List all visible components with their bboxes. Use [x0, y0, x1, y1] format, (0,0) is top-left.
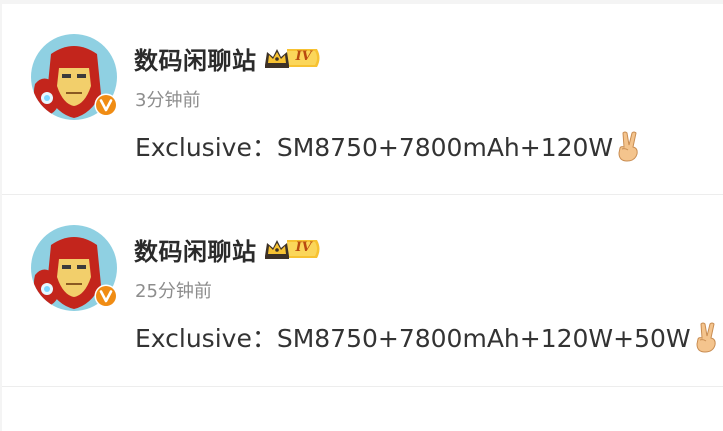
post-content: Exclusive：SM8750+7800mAh+120W+50W [135, 319, 722, 355]
author-avatar[interactable] [31, 225, 118, 311]
level-badge-label: IV [295, 240, 312, 255]
level-badge-label: IV [295, 49, 312, 64]
weibo-feed: 数码闲聊站 IV 3分钟前 Exclusive：SM8750+7800mAh+1… [2, 4, 723, 431]
post-card: 数码闲聊站 IV 25分钟前 Exclusive：SM8750+7800mAh+… [2, 195, 723, 385]
post-text: Exclusive：SM8750+7800mAh+120W+50W [135, 324, 691, 353]
author-name[interactable]: 数码闲聊站 [134, 41, 257, 76]
author-avatar[interactable] [31, 34, 118, 120]
post-text: Exclusive：SM8750+7800mAh+120W [135, 133, 614, 162]
verified-badge-icon [94, 284, 118, 308]
author-row: 数码闲聊站 IV [134, 40, 323, 76]
crown-level-icon [264, 240, 319, 259]
author-row: 数码闲聊站 IV [134, 231, 323, 267]
verified-badge-icon [94, 93, 118, 117]
level-badge[interactable]: IV [263, 45, 323, 71]
post-content: Exclusive：SM8750+7800mAh+120W [135, 128, 644, 164]
post-divider [2, 386, 723, 387]
victory-hand-emoji-icon [614, 130, 644, 162]
level-badge[interactable]: IV [263, 236, 323, 262]
post-card: 数码闲聊站 IV 3分钟前 Exclusive：SM8750+7800mAh+1… [2, 4, 723, 194]
author-name[interactable]: 数码闲聊站 [134, 232, 257, 267]
victory-hand-emoji-icon [692, 321, 722, 353]
post-timestamp[interactable]: 3分钟前 [135, 86, 200, 112]
crown-level-icon [264, 49, 319, 68]
post-timestamp[interactable]: 25分钟前 [135, 277, 212, 303]
